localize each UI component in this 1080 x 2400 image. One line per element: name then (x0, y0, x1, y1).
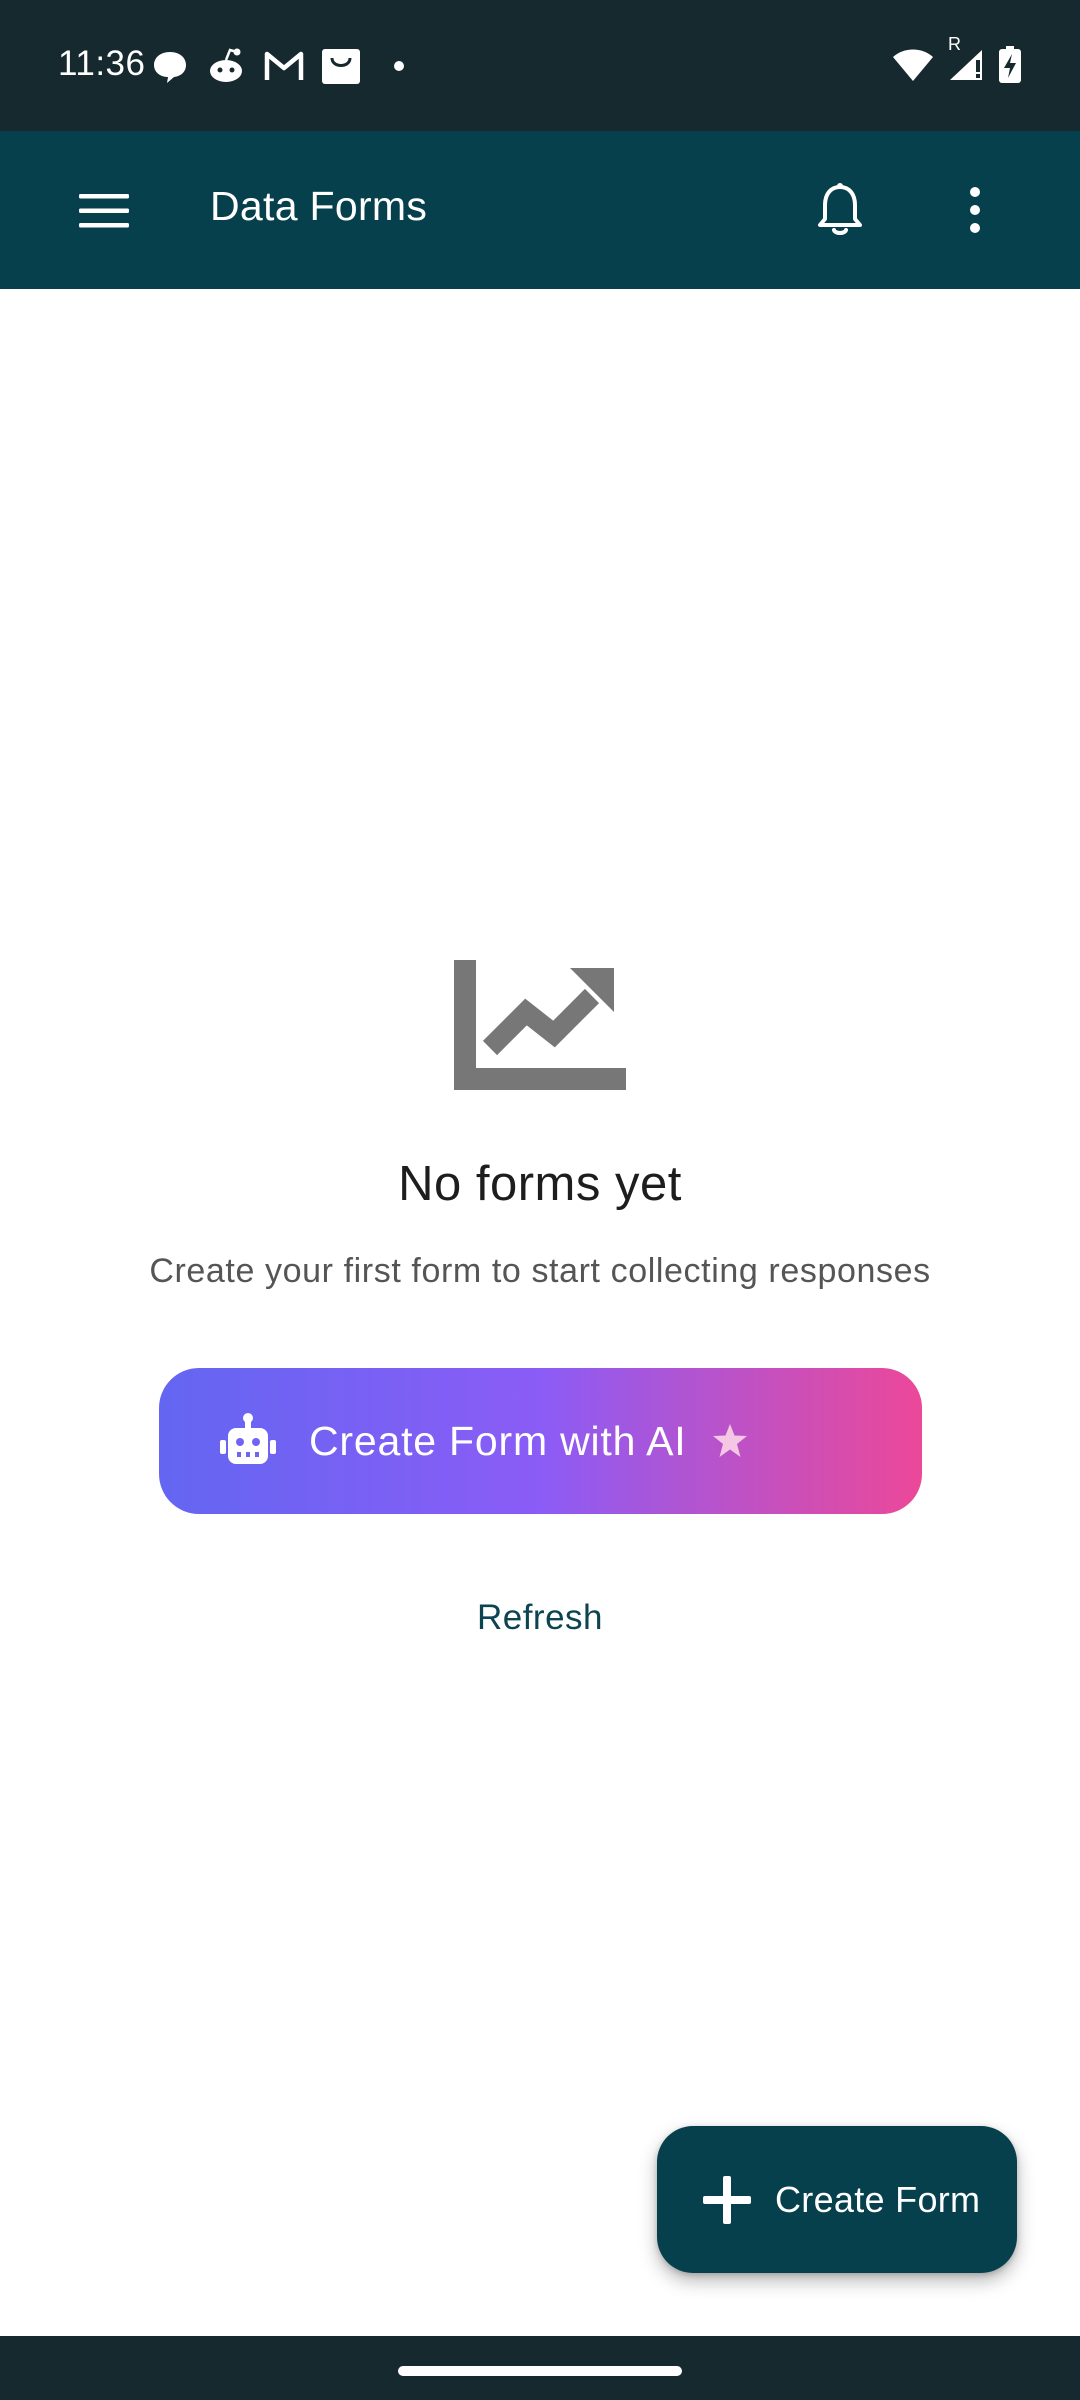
navigation-bar (0, 2336, 1080, 2400)
home-indicator[interactable] (398, 2366, 682, 2376)
trending-up-chart-icon (454, 960, 626, 1090)
reddit-icon (210, 48, 242, 82)
chat-bubble-icon (154, 52, 186, 83)
more-options-button[interactable] (945, 175, 1005, 245)
page-title: Data Forms (210, 183, 428, 229)
create-form-label: Create Form (775, 2178, 981, 2220)
more-dot-icon (394, 61, 404, 71)
create-form-ai-label: Create Form with AI (309, 1417, 687, 1464)
app-bar: Data Forms (0, 131, 1080, 289)
menu-icon (79, 194, 129, 228)
create-form-ai-button[interactable]: Create Form with AI (159, 1368, 922, 1514)
status-time: 11:36 (58, 44, 146, 83)
empty-title: No forms yet (398, 1157, 682, 1211)
wifi-icon (893, 49, 933, 81)
status-icons: R (892, 34, 1022, 84)
status-bar: 11:36 R (0, 0, 1080, 131)
create-form-fab[interactable]: Create Form (657, 2126, 1017, 2273)
signal-roaming-icon: R (946, 34, 986, 84)
star-icon (713, 1424, 748, 1457)
shopping-bag-icon (322, 49, 360, 84)
menu-button[interactable] (72, 179, 136, 243)
gmail-icon (264, 51, 304, 80)
plus-icon (703, 2175, 751, 2224)
battery-charging-icon (999, 46, 1021, 83)
robot-icon (220, 1413, 276, 1464)
roaming-label: R (948, 34, 961, 54)
notifications-button[interactable] (805, 175, 875, 245)
empty-subtitle: Create your first form to start collecti… (149, 1252, 931, 1290)
more-vert-icon (970, 187, 980, 233)
refresh-button[interactable]: Refresh (0, 1598, 1080, 1638)
bell-icon (818, 183, 862, 235)
